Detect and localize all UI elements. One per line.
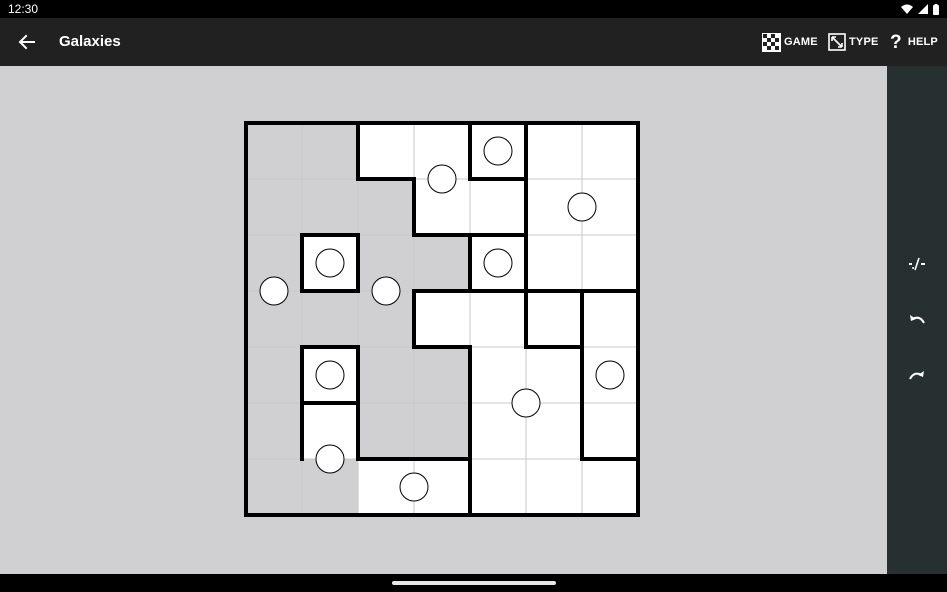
galaxy-dot <box>399 472 429 502</box>
board-cell[interactable] <box>358 179 414 235</box>
board-cell[interactable] <box>358 403 414 459</box>
board-cell[interactable] <box>470 179 526 235</box>
arrow-back-icon <box>18 34 35 50</box>
app-title: Galaxies <box>59 33 121 50</box>
galaxy-dot <box>483 248 513 278</box>
game-label: GAME <box>784 36 818 48</box>
board-cell[interactable] <box>470 291 526 347</box>
type-label: TYPE <box>849 36 879 48</box>
board-cell[interactable] <box>414 235 470 291</box>
undo-button[interactable] <box>902 305 932 335</box>
board-cell[interactable] <box>582 403 638 459</box>
navigation-bar <box>0 574 947 592</box>
galaxy-dot <box>567 192 597 222</box>
galaxy-dot <box>511 388 541 418</box>
galaxy-dot <box>595 360 625 390</box>
status-icons <box>901 3 939 15</box>
status-bar: 12:30 <box>0 0 947 18</box>
board-cell[interactable] <box>526 235 582 291</box>
board-cell[interactable] <box>582 291 638 347</box>
galaxy-dot <box>259 276 289 306</box>
board-cell[interactable] <box>414 347 470 403</box>
board-cell[interactable] <box>302 123 358 179</box>
redo-icon <box>909 371 924 380</box>
board-cell[interactable] <box>246 179 302 235</box>
home-gesture-handle[interactable] <box>392 581 556 585</box>
checkerboard-icon <box>762 32 781 52</box>
galaxy-dot <box>483 136 513 166</box>
help-button[interactable]: ? HELP <box>890 30 938 54</box>
board-cell[interactable] <box>582 235 638 291</box>
battery-icon <box>933 3 939 15</box>
status-time: 12:30 <box>8 2 39 16</box>
puzzle-board[interactable] <box>241 118 645 522</box>
back-button[interactable] <box>14 30 40 54</box>
board-cell[interactable] <box>526 459 582 515</box>
type-button[interactable]: TYPE <box>828 30 879 54</box>
wifi-icon <box>901 4 913 14</box>
galaxy-dot <box>315 248 345 278</box>
board-cell[interactable] <box>246 123 302 179</box>
help-icon: ? <box>890 31 902 53</box>
board-cell[interactable] <box>358 347 414 403</box>
mark-edge-icon <box>909 257 925 271</box>
galaxy-dot <box>315 444 345 474</box>
board-cell[interactable] <box>246 403 302 459</box>
board-cell[interactable] <box>302 291 358 347</box>
board-cell[interactable] <box>302 179 358 235</box>
board-cell[interactable] <box>358 123 414 179</box>
galaxy-dot <box>371 276 401 306</box>
board-cell[interactable] <box>526 291 582 347</box>
mark-edge-button[interactable] <box>902 249 932 279</box>
resize-icon <box>828 33 846 51</box>
board-cell[interactable] <box>470 459 526 515</box>
board-cell[interactable] <box>414 291 470 347</box>
board-cell[interactable] <box>582 459 638 515</box>
undo-icon <box>910 315 925 324</box>
galaxy-dot <box>315 360 345 390</box>
board-cell[interactable] <box>414 403 470 459</box>
galaxy-dot <box>427 164 457 194</box>
game-button[interactable]: GAME <box>762 30 818 54</box>
signal-icon <box>918 4 928 14</box>
side-toolbar <box>887 66 947 574</box>
board-cell[interactable] <box>582 123 638 179</box>
board-cell[interactable] <box>246 459 302 515</box>
board-cell[interactable] <box>526 123 582 179</box>
board-cell[interactable] <box>246 347 302 403</box>
redo-button[interactable] <box>902 361 932 391</box>
help-label: HELP <box>907 36 938 48</box>
app-bar: Galaxies GAME TYPE ? HELP <box>0 18 947 66</box>
